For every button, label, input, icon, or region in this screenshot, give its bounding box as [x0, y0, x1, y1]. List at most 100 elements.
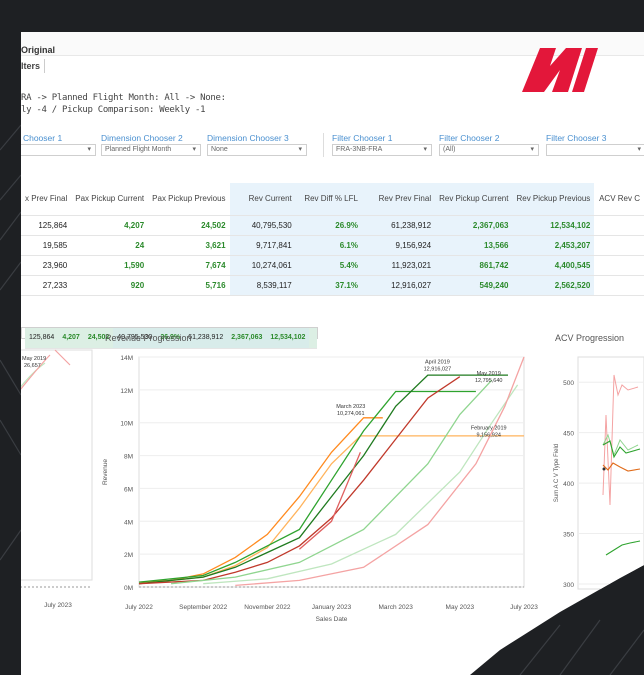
revenue-chart-title: Revenue Progression — [105, 333, 192, 343]
column-header[interactable]: Rev Diff % LFL — [295, 183, 362, 216]
annotation-label: April 2019 — [425, 360, 450, 366]
column-header[interactable]: Rev Prev Final — [361, 183, 436, 216]
table-cell — [594, 275, 644, 296]
table-cell — [594, 255, 644, 276]
revenue-progression-chart: 0M 2M 4M 6M 8M 10M 12M 14M July 2022 September 20… — [102, 355, 538, 623]
y-tick-label: 4M — [124, 519, 133, 526]
table-cell: 549,240 — [435, 275, 513, 296]
brand-logo — [522, 48, 598, 92]
pickup-comparison-text: ly -4 / Pickup Comparison: Weekly -1 — [21, 105, 206, 115]
x-tick-label: July 2023 — [44, 602, 72, 609]
x-tick-label: January 2023 — [312, 604, 352, 611]
y-tick-label: 500 — [563, 380, 574, 387]
annotation-value: 26,657 — [24, 363, 41, 369]
table-row[interactable]: 125,864 4,207 24,502 40,795,530 26.9% 61,238,… — [21, 215, 644, 236]
column-header[interactable]: x Prev Final — [21, 183, 72, 216]
filter-chooser-1-select[interactable]: FRA-3NB-FRA ▾ — [332, 144, 432, 156]
filter-chooser-3-select[interactable]: ▾ — [546, 144, 644, 156]
table-cell: 2,453,207 — [512, 235, 595, 256]
y-tick-label: 350 — [563, 532, 574, 539]
y-tick-label: 8M — [124, 454, 133, 461]
annotation-value: 9,156,924 — [476, 432, 500, 438]
table-cell: 2,367,063 — [435, 215, 513, 236]
x-tick-label: May 2023 — [446, 604, 475, 611]
annotation-value: 12,916,027 — [424, 367, 452, 373]
annotation-label: March 2023 — [336, 404, 365, 410]
table-cell: 24 — [71, 235, 149, 256]
table-row[interactable]: 23,960 1,590 7,674 10,274,061 5.4% 11,923,021… — [21, 255, 644, 276]
dashboard-panel: Original lters RA -> Planned Flight Mont… — [21, 32, 644, 675]
y-tick-label: 6M — [124, 486, 133, 493]
breadcrumb: RA -> Planned Flight Month: All -> None: — [21, 93, 226, 103]
x-tick-label: November 2022 — [244, 604, 291, 611]
y-tick-label: 450 — [563, 431, 574, 438]
x-tick-label: September 2022 — [179, 604, 227, 611]
y-tick-label: 14M — [120, 355, 133, 362]
table-cell: 4,400,545 — [512, 255, 595, 276]
chooser-divider — [323, 133, 324, 157]
table-cell: 9,156,924 — [361, 235, 436, 256]
table-cell: 920 — [71, 275, 149, 296]
dimension-chooser-2-label: Dimension Chooser 2 — [101, 133, 183, 143]
y-tick-label: 12M — [120, 388, 133, 395]
table-cell: 12,534,102 — [512, 215, 595, 236]
tab-original[interactable]: Original — [21, 45, 55, 55]
filter-chooser-2-label: Filter Chooser 2 — [439, 133, 500, 143]
filter-chooser-2-select[interactable]: (All) ▾ — [439, 144, 539, 156]
table-cell: 12,916,027 — [361, 275, 436, 296]
table-cell: 10,274,061 — [229, 255, 296, 276]
data-point — [602, 467, 606, 471]
y-tick-label: 300 — [563, 582, 574, 589]
table-cell — [594, 215, 644, 236]
table-header-row: x Prev Final Pax Pickup Current Pax Pickup… — [21, 183, 644, 216]
table-cell: 5,716 — [148, 275, 230, 296]
table-cell — [594, 235, 644, 256]
annotation-label: February 2019 — [471, 425, 507, 431]
screenshot-scene: Original lters RA -> Planned Flight Mont… — [0, 0, 644, 675]
y-axis-label: Sum A C V Type Field — [554, 444, 560, 502]
table-row[interactable]: 19,585 24 3,621 9,717,841 6.1% 9,156,924 13,56… — [21, 235, 644, 256]
x-tick-label: July 2022 — [125, 604, 153, 611]
table-cell: 13,566 — [435, 235, 513, 256]
table-cell: 861,742 — [435, 255, 513, 276]
column-header[interactable]: Rev Pickup Current — [435, 183, 513, 216]
dimension-chooser-3-label: Dimension Chooser 3 — [207, 133, 289, 143]
annotation-value: 10,274,061 — [337, 411, 365, 417]
annotation-label: May 2019 — [477, 371, 501, 377]
acv-chart-title: ACV Progression — [555, 333, 625, 343]
chevron-down-icon: ▾ — [87, 146, 91, 153]
table-row[interactable]: 27,233 920 5,716 8,539,117 37.1% 12,916,027 54… — [21, 275, 644, 296]
dimension-chooser-2-select[interactable]: Planned Flight Month ▾ — [101, 144, 201, 156]
dimension-chooser-3-select[interactable]: None ▾ — [207, 144, 307, 156]
table-cell: 3,621 — [148, 235, 230, 256]
annotation-value: 12,795,640 — [475, 378, 503, 384]
table-cell: 2,562,520 — [512, 275, 595, 296]
table-cell: 11,923,021 — [361, 255, 436, 276]
x-tick-label: July 2023 — [510, 604, 538, 611]
column-header[interactable]: Rev Pickup Previous — [512, 183, 595, 216]
filters-divider — [44, 59, 45, 73]
chevron-down-icon: ▾ — [192, 146, 196, 153]
y-tick-label: 2M — [124, 552, 133, 559]
y-tick-label: 0M — [124, 585, 133, 592]
chevron-down-icon: ▾ — [530, 146, 534, 153]
table-cell: 5.4% — [295, 255, 362, 276]
column-header[interactable]: Rev Current — [229, 183, 296, 216]
x-tick-label: March 2023 — [379, 604, 414, 611]
data-table: x Prev Final Pax Pickup Current Pax Pickup… — [21, 183, 644, 349]
table-cell: 4,207 — [71, 215, 149, 236]
chevron-down-icon: ▾ — [423, 146, 427, 153]
table-cell: 40,795,530 — [229, 215, 296, 236]
x-axis-label: Sales Date — [316, 616, 348, 623]
filters-button[interactable]: lters — [21, 61, 40, 71]
table-cell: 23,960 — [21, 255, 72, 276]
table-cell: 27,233 — [21, 275, 72, 296]
table-cell: 61,238,912 — [361, 215, 436, 236]
dimension-chooser-1-select[interactable]: ▾ — [21, 144, 96, 156]
y-tick-label: 400 — [563, 481, 574, 488]
column-header[interactable]: Pax Pickup Current — [71, 183, 149, 216]
y-tick-label: 10M — [120, 421, 133, 428]
column-header[interactable]: ACV Rev C — [594, 183, 644, 216]
table-cell: 125,864 — [21, 215, 72, 236]
column-header[interactable]: Pax Pickup Previous — [148, 183, 230, 216]
